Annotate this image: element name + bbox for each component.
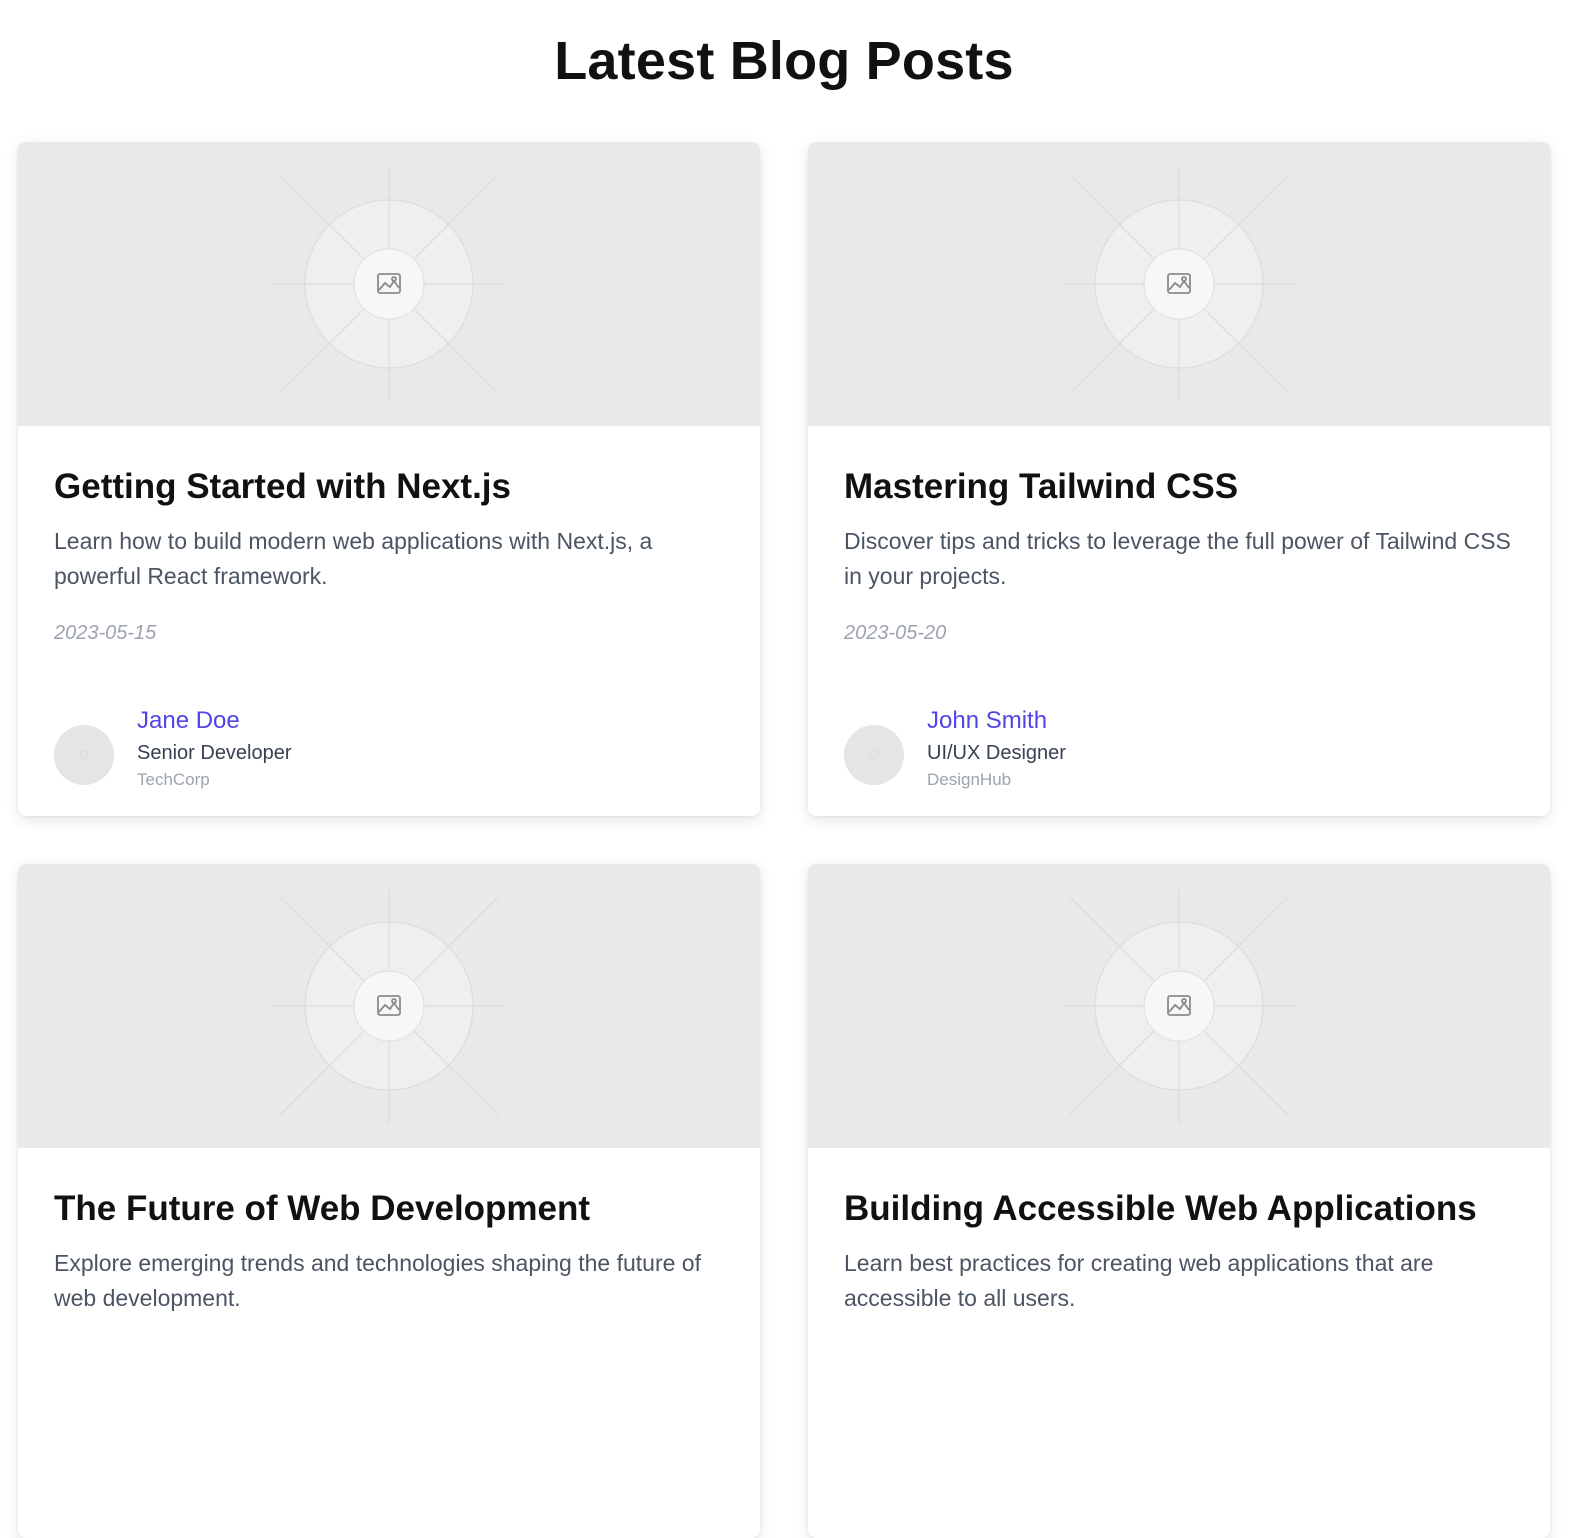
author-block: Jane Doe Senior Developer TechCorp <box>54 704 292 792</box>
image-placeholder-graphic <box>273 889 505 1124</box>
blog-post-card[interactable]: The Future of Web Development Explore em… <box>18 864 760 1538</box>
author-role: Senior Developer <box>137 742 292 764</box>
post-title[interactable]: Mastering Tailwind CSS <box>844 466 1514 508</box>
image-placeholder-graphic <box>1063 167 1295 402</box>
post-date: 2023-05-15 <box>54 622 157 644</box>
post-excerpt: Discover tips and tricks to leverage the… <box>844 528 1511 589</box>
avatar <box>54 725 114 785</box>
blog-post-grid: Getting Started with Next.js Learn how t… <box>18 142 1550 1538</box>
post-date: 2023-05-20 <box>844 622 947 644</box>
author-block: John Smith UI/UX Designer DesignHub <box>844 704 1066 792</box>
author-name[interactable]: John Smith <box>927 704 1066 738</box>
avatar-placeholder-icon <box>869 750 879 760</box>
post-excerpt: Learn how to build modern web applicatio… <box>54 528 653 589</box>
author-company: TechCorp <box>137 770 210 789</box>
image-placeholder-graphic <box>273 167 505 402</box>
author-company: DesignHub <box>927 770 1012 789</box>
post-title[interactable]: Getting Started with Next.js <box>54 466 724 508</box>
blog-post-card[interactable]: Building Accessible Web Applications Lea… <box>808 864 1550 1538</box>
post-title[interactable]: Building Accessible Web Applications <box>844 1188 1514 1230</box>
post-title[interactable]: The Future of Web Development <box>54 1188 724 1230</box>
author-role: UI/UX Designer <box>927 742 1066 764</box>
blog-post-card[interactable]: Mastering Tailwind CSS Discover tips and… <box>808 142 1550 816</box>
post-image-placeholder <box>18 864 760 1148</box>
blog-post-card[interactable]: Getting Started with Next.js Learn how t… <box>18 142 760 816</box>
post-excerpt: Learn best practices for creating web ap… <box>844 1250 1434 1311</box>
post-image-placeholder <box>18 142 760 426</box>
image-placeholder-graphic <box>1063 889 1295 1124</box>
avatar <box>844 725 904 785</box>
post-image-placeholder <box>808 864 1550 1148</box>
avatar-placeholder-icon <box>79 750 89 760</box>
author-name[interactable]: Jane Doe <box>137 704 292 738</box>
post-excerpt: Explore emerging trends and technologies… <box>54 1250 701 1311</box>
page-title: Latest Blog Posts <box>554 31 1014 91</box>
post-image-placeholder <box>808 142 1550 426</box>
